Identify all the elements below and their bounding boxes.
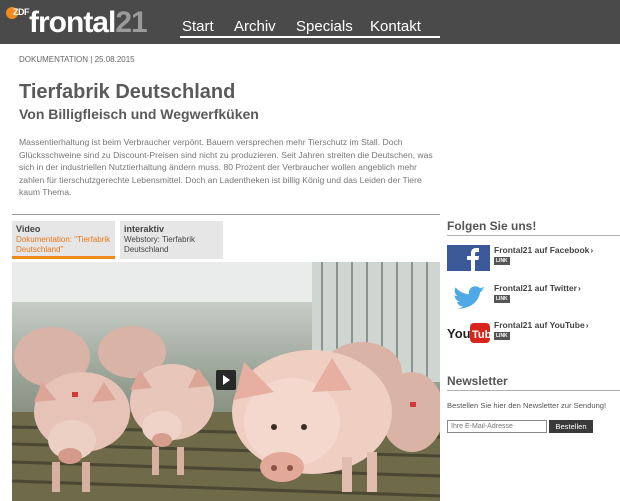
nav-specials[interactable]: Specials (296, 18, 353, 36)
article-meta: Dokumentation | 25.08.2015 (19, 55, 135, 64)
tab-video-desc: Dokumentation: "Tierfabrik Deutschland" (16, 235, 111, 254)
svg-text:You: You (447, 326, 471, 341)
article-teaser: Massentierhaltung ist beim Verbraucher v… (19, 137, 433, 197)
nav-kontakt[interactable]: Kontakt (370, 18, 421, 36)
main-nav: Start Archiv Specials Kontakt (180, 18, 440, 38)
article-subtitle: Von Billigfleisch und Wegwerfküken (19, 106, 259, 122)
site-header: ZDF frontal21 Start Archiv Specials Kont… (0, 0, 620, 44)
twitter-icon (454, 286, 485, 309)
logo-word: frontal (29, 6, 116, 39)
nav-archiv[interactable]: Archiv (234, 18, 276, 36)
tab-interaktiv-head: interaktiv (124, 224, 165, 234)
article-category: Dokumentation (19, 55, 89, 64)
tab-interaktiv[interactable]: interaktiv Webstory: Tierfabrik Deutschl… (120, 221, 223, 259)
follow-divider (447, 235, 620, 236)
facebook-link-badge: LINK (494, 257, 510, 265)
social-facebook[interactable]: Frontal21 auf Facebook› LINK (447, 245, 620, 275)
social-youtube[interactable]: You Tube Frontal21 auf YouTube› LINK (447, 320, 620, 350)
tab-video[interactable]: Video Dokumentation: "Tierfabrik Deutsch… (12, 221, 115, 259)
facebook-label: Frontal21 auf Facebook (494, 245, 590, 255)
youtube-icon: You Tube (447, 323, 490, 343)
logo-number: 21 (115, 6, 147, 39)
youtube-label: Frontal21 auf YouTube (494, 320, 585, 330)
newsletter-heading: Newsletter (447, 374, 508, 388)
tab-video-head: Video (16, 224, 41, 234)
youtube-link-badge: LINK (494, 332, 510, 340)
facebook-icon (447, 245, 490, 271)
newsletter-submit-button[interactable]: Bestellen (549, 420, 593, 433)
twitter-link-badge: LINK (494, 295, 510, 303)
article-date: | 25.08.2015 (90, 55, 135, 64)
follow-heading: Folgen Sie uns! (447, 219, 537, 233)
play-button[interactable] (216, 370, 236, 390)
play-icon (223, 375, 230, 385)
email-input[interactable] (447, 420, 547, 433)
nav-start[interactable]: Start (182, 18, 214, 36)
newsletter-text: Bestellen Sie hier den Newsletter zur Se… (447, 401, 607, 410)
article-title: Tierfabrik Deutschland (19, 81, 236, 103)
social-twitter[interactable]: Frontal21 auf Twitter› LINK (447, 283, 620, 313)
twitter-label: Frontal21 auf Twitter (494, 283, 577, 293)
tab-interaktiv-desc: Webstory: Tierfabrik Deutschland (124, 235, 195, 254)
svg-text:Tube: Tube (472, 329, 490, 341)
frontal21-logo[interactable]: ZDF frontal21 (6, 4, 176, 40)
newsletter-divider (447, 390, 620, 391)
zdf-logo-icon: ZDF (6, 6, 30, 20)
divider (12, 214, 440, 215)
